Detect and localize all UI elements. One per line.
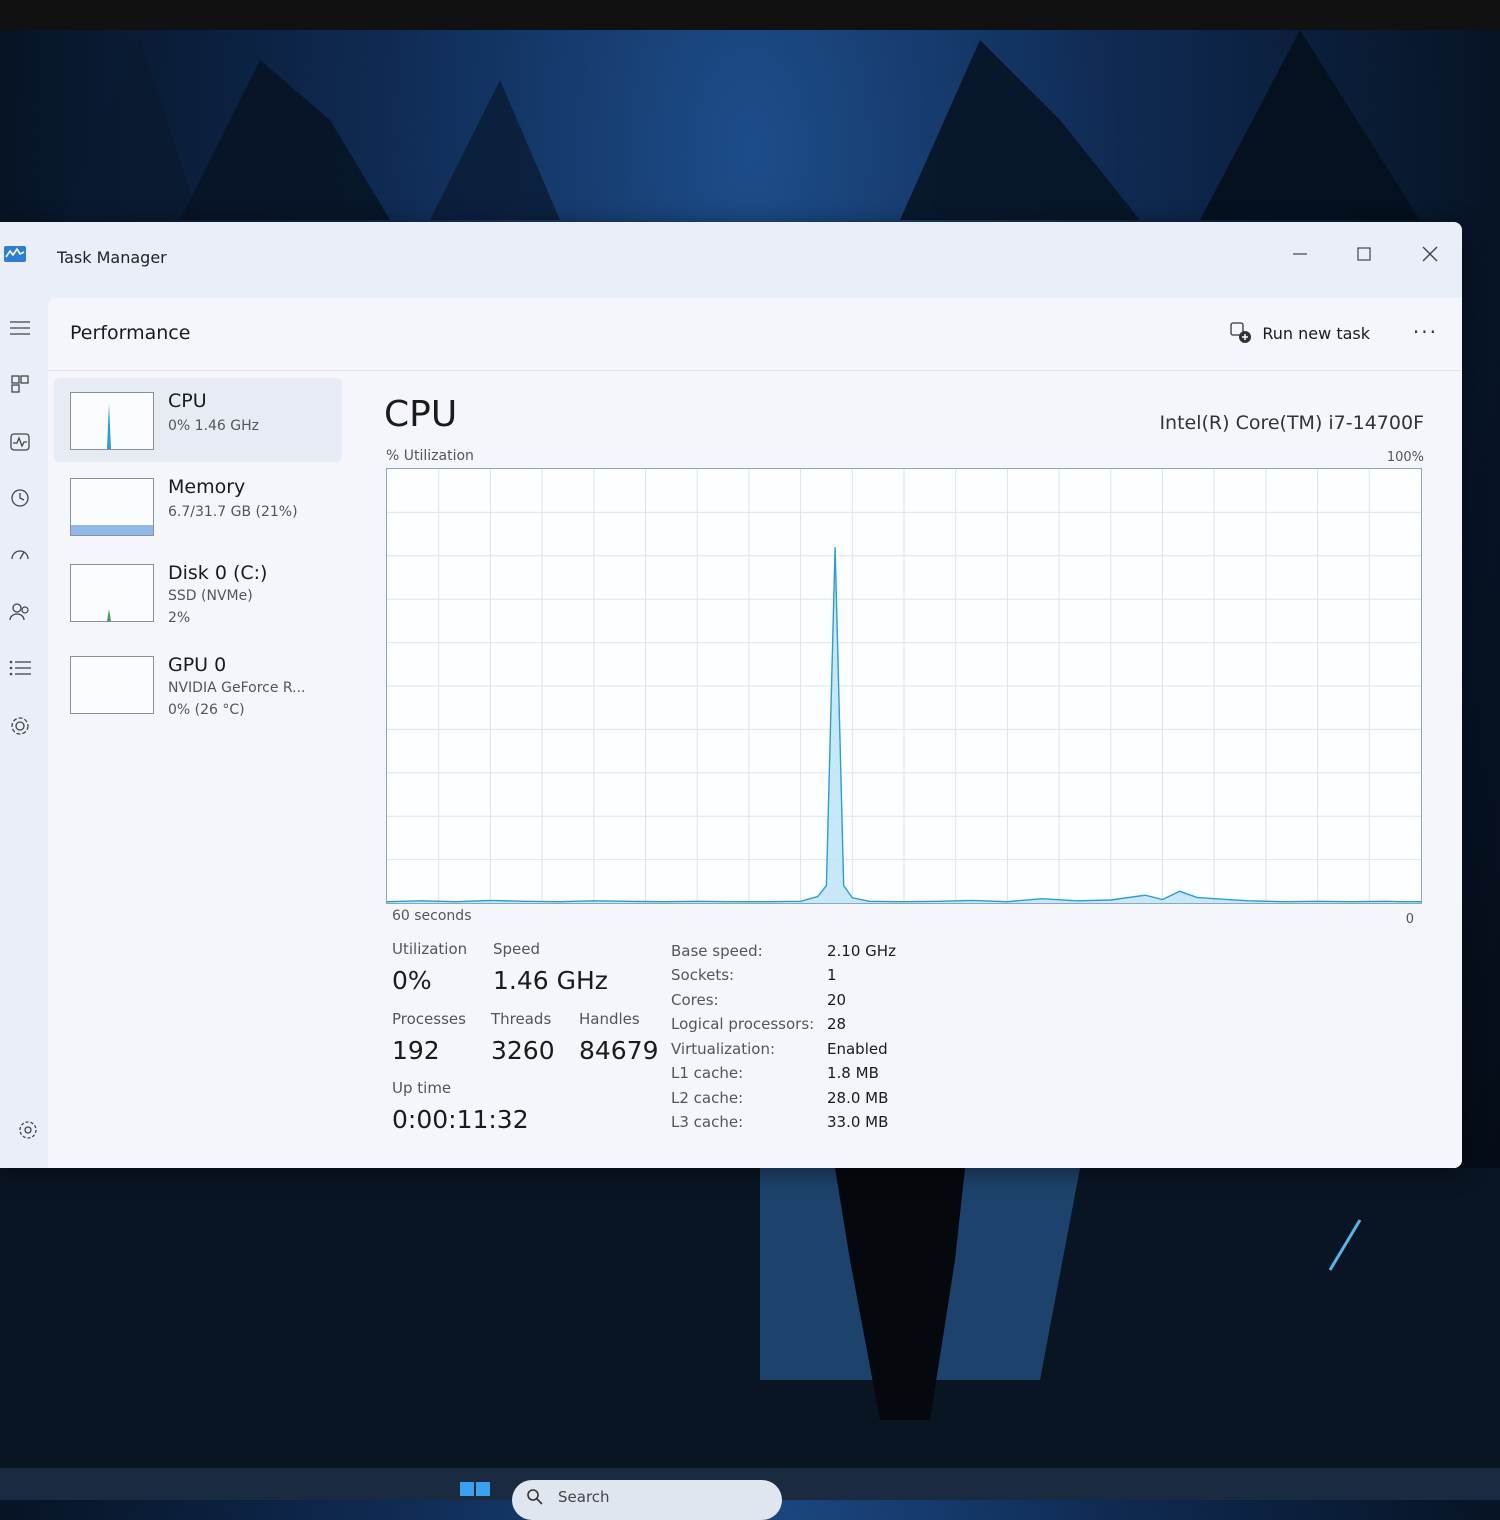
handles-value: 84679 (579, 1036, 659, 1065)
spec-value: 20 (827, 991, 847, 1009)
spec-value: 1.8 MB (827, 1064, 879, 1082)
search-icon (527, 1489, 543, 1505)
side-item-sub: SSD (NVMe) (168, 588, 253, 604)
nav-services[interactable] (4, 710, 36, 742)
side-item-sub: 0% 1.46 GHz (168, 418, 260, 434)
memory-thumbnail (70, 478, 154, 536)
cpu-utilization-graph (386, 468, 1422, 904)
side-item-sub2: 0% (26 °C) (168, 702, 245, 718)
handles-label: Handles (579, 1010, 640, 1028)
spec-key: Sockets: (671, 966, 735, 984)
spec-key: Cores: (671, 991, 719, 1009)
side-item-gpu[interactable]: GPU 0 NVIDIA GeForce R... 0% (26 °C) (54, 642, 342, 726)
nav-details[interactable] (4, 652, 36, 684)
utilization-value: 0% (392, 966, 432, 995)
users-icon (9, 603, 29, 621)
nav-performance[interactable] (4, 426, 36, 458)
spec-value: 28.0 MB (827, 1089, 889, 1107)
side-item-memory[interactable]: Memory 6.7/31.7 GB (21%) (54, 464, 342, 548)
side-item-sub2: 2% (168, 610, 191, 626)
speed-label: Speed (493, 940, 541, 958)
taskbar-search[interactable]: Search (512, 1480, 782, 1520)
page-title: Performance (70, 322, 191, 344)
taskbar: Search (0, 1468, 1500, 1520)
settings-icon (19, 1121, 37, 1139)
spec-key: Virtualization: (671, 1040, 776, 1058)
cpu-model: Intel(R) Core(TM) i7-14700F (1159, 412, 1424, 434)
spec-key: L3 cache: (671, 1113, 744, 1131)
maximize-icon (1357, 247, 1371, 261)
window-title: Task Manager (57, 248, 167, 267)
nav-users[interactable] (4, 596, 36, 628)
task-manager-window: Task Manager Performance Run new task ··… (0, 222, 1462, 1168)
spec-value: 28 (827, 1015, 847, 1033)
uptime-label: Up time (392, 1079, 452, 1097)
side-item-name: CPU (168, 390, 207, 412)
memory-mini-fill (71, 525, 153, 535)
start-icon[interactable] (460, 1482, 490, 1502)
threads-label: Threads (491, 1010, 552, 1028)
details-icon (9, 660, 31, 676)
task-manager-app-icon (4, 246, 26, 262)
spec-key: Base speed: (671, 942, 763, 960)
zero-label: 0 (1405, 912, 1414, 927)
nav-settings[interactable] (12, 1114, 44, 1146)
nav-processes[interactable] (4, 368, 36, 400)
spec-key: L1 cache: (671, 1064, 744, 1082)
run-new-task-button[interactable]: Run new task (1230, 322, 1370, 344)
side-item-name: Disk 0 (C:) (168, 562, 268, 584)
startup-apps-icon (11, 550, 29, 560)
run-new-task-icon (1230, 322, 1252, 343)
spec-value: 1 (827, 966, 837, 984)
app-history-icon (11, 489, 29, 507)
threads-value: 3260 (491, 1036, 555, 1065)
cpu-mini-graph (107, 403, 111, 449)
cpu-graph-svg (386, 469, 1421, 903)
run-new-task-label: Run new task (1262, 323, 1370, 343)
cpu-thumbnail (70, 392, 154, 450)
utilization-label: Utilization (392, 940, 468, 958)
services-icon (11, 717, 29, 735)
disk-mini-graph (107, 609, 111, 621)
processes-label: Processes (392, 1010, 466, 1028)
speed-value: 1.46 GHz (493, 966, 608, 995)
header-divider (48, 370, 1462, 371)
side-item-disk[interactable]: Disk 0 (C:) SSD (NVMe) 2% (54, 550, 342, 634)
search-placeholder: Search (558, 1488, 610, 1506)
spec-key: L2 cache: (671, 1089, 744, 1107)
hamburger-menu-icon (10, 321, 30, 335)
spec-value: 33.0 MB (827, 1113, 889, 1131)
disk-thumbnail (70, 564, 154, 622)
side-item-name: GPU 0 (168, 654, 227, 676)
time-span-label: 60 seconds (392, 908, 472, 924)
navigation-rail (0, 292, 48, 1168)
processes-icon (11, 375, 29, 393)
gpu-thumbnail (70, 656, 154, 714)
maximize-button[interactable] (1341, 234, 1387, 274)
max-percent-label: 100% (1386, 450, 1424, 465)
side-item-sub: NVIDIA GeForce R... (168, 680, 306, 696)
processes-value: 192 (392, 1036, 440, 1065)
minimize-button[interactable] (1277, 234, 1323, 274)
minimize-icon (1293, 253, 1307, 255)
spec-value: Enabled (827, 1040, 888, 1058)
side-item-cpu[interactable]: CPU 0% 1.46 GHz (54, 378, 342, 462)
utilization-axis-label: % Utilization (386, 448, 474, 464)
side-item-name: Memory (168, 476, 246, 498)
spec-value: 2.10 GHz (827, 942, 896, 960)
uptime-value: 0:00:11:32 (392, 1105, 529, 1134)
spec-key: Logical processors: (671, 1015, 815, 1033)
nav-startup-apps[interactable] (4, 538, 36, 570)
nav-app-history[interactable] (4, 482, 36, 514)
performance-icon (10, 433, 30, 451)
main-content: Performance Run new task ··· CPU 0% 1.46… (48, 298, 1462, 1168)
more-options-button[interactable]: ··· (1413, 320, 1438, 344)
title-bar: Task Manager (0, 222, 1462, 292)
close-icon (1422, 246, 1438, 262)
hamburger-menu-button[interactable] (4, 312, 36, 344)
close-button[interactable] (1407, 234, 1453, 274)
side-item-sub: 6.7/31.7 GB (21%) (168, 504, 298, 520)
resource-title: CPU (384, 394, 458, 435)
